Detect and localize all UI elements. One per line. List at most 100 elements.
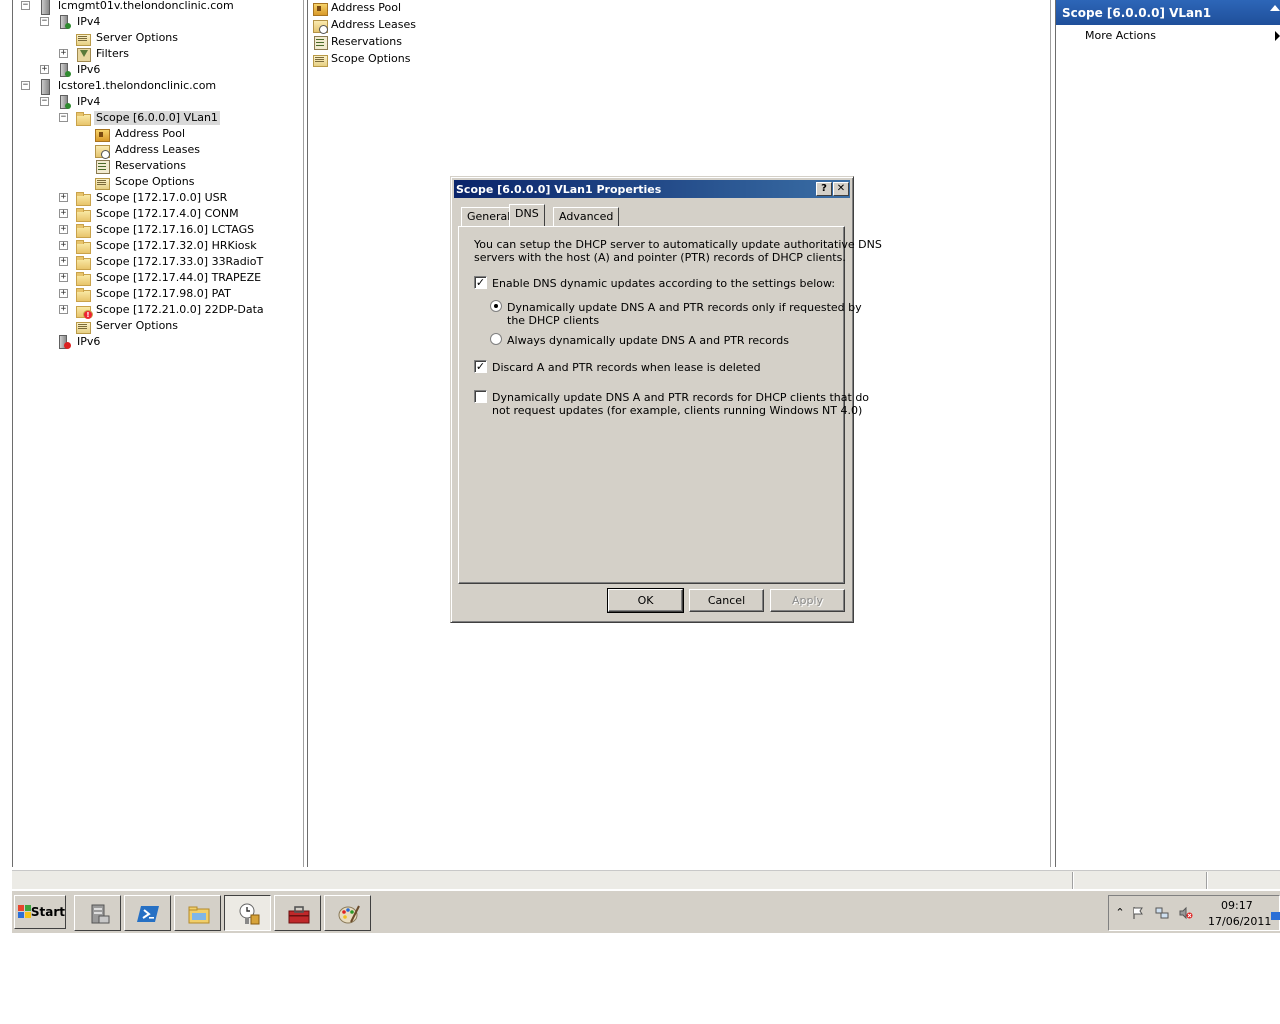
tree-node-label: IPv6	[77, 63, 101, 76]
discard-records-checkbox[interactable]: ✓	[474, 360, 487, 373]
collapse-icon[interactable]: −	[21, 81, 30, 90]
actions-header-title: Scope [6.0.0.0] VLan1	[1062, 5, 1212, 20]
dhcp-icon	[239, 903, 260, 925]
tree-node-label: Scope [6.0.0.0] VLan1	[94, 111, 220, 125]
tree-node-scope-lctags[interactable]: + Scope [172.17.16.0] LCTAGS	[59, 222, 256, 238]
dns-intro-line-1: You can setup the DHCP server to automat…	[474, 238, 882, 251]
tree-node-ipv4[interactable]: − IPv4	[40, 14, 102, 30]
cancel-button[interactable]: Cancel	[689, 589, 764, 612]
start-button[interactable]: Start	[14, 895, 66, 929]
taskbar-server-manager[interactable]	[74, 895, 121, 931]
action-center-flag-icon[interactable]	[1131, 906, 1145, 920]
clock-date[interactable]: 17/06/2011	[1208, 915, 1271, 928]
list-item-scope-options[interactable]: Scope Options	[312, 50, 410, 67]
taskbar-explorer[interactable]	[174, 895, 221, 931]
folder-icon	[75, 222, 91, 238]
list-item-reservations[interactable]: Reservations	[312, 33, 402, 50]
collapse-icon[interactable]: −	[40, 97, 49, 106]
tab-advanced[interactable]: Advanced	[553, 207, 620, 226]
tree-node-label: IPv4	[77, 15, 101, 28]
tree-node-scope-options[interactable]: Scope Options	[94, 174, 196, 190]
list-item-label: Address Leases	[331, 18, 416, 31]
expand-icon[interactable]: +	[59, 193, 68, 202]
tree-node-ipv6[interactable]: + IPv6	[40, 62, 102, 78]
tree-node-scope-vlan1[interactable]: − Scope [6.0.0.0] VLan1	[59, 110, 220, 126]
taskbar-toolbox[interactable]	[274, 895, 321, 931]
list-item-label: Scope Options	[331, 52, 411, 65]
tree-node-scope-33radiot[interactable]: + Scope [172.17.33.0] 33RadioT	[59, 254, 265, 270]
taskbar: Start ⌃ 09:17 17/06/2011	[12, 890, 1280, 933]
tree-node-scope-22dp-data[interactable]: + Scope [172.21.0.0] 22DP-Data	[59, 302, 266, 319]
actions-header[interactable]: Scope [6.0.0.0] VLan1	[1056, 0, 1280, 25]
status-bar	[12, 870, 1280, 889]
list-item-address-pool[interactable]: Address Pool	[312, 0, 401, 16]
collapse-icon[interactable]: −	[21, 1, 30, 10]
update-non-requesting-clients-checkbox[interactable]	[474, 390, 487, 403]
tree-node-label: Filters	[96, 47, 129, 60]
folder-warning-icon	[75, 302, 93, 319]
tree-node-server-options[interactable]: Server Options	[75, 318, 180, 334]
more-actions-link[interactable]: More Actions	[1085, 29, 1156, 42]
taskbar-powershell[interactable]	[124, 895, 171, 931]
ipv4-icon	[56, 14, 72, 30]
tree-node-label: lcmgmt01v.thelondonclinic.com	[58, 0, 234, 12]
network-icon[interactable]	[1155, 906, 1169, 920]
expand-icon[interactable]: +	[59, 225, 68, 234]
show-hidden-icons-chevron-icon[interactable]: ⌃	[1113, 906, 1127, 920]
tree-node-ipv6[interactable]: IPv6	[56, 334, 102, 350]
expand-icon[interactable]: +	[59, 209, 68, 218]
collapse-icon[interactable]: −	[40, 17, 49, 26]
tree-node-reservations[interactable]: Reservations	[94, 158, 188, 174]
filter-icon	[75, 46, 91, 62]
taskbar-dhcp[interactable]	[224, 895, 271, 931]
update-if-requested-label-line-1: Dynamically update DNS A and PTR records…	[507, 301, 862, 314]
show-desktop-icon[interactable]	[1271, 912, 1280, 920]
collapse-up-icon[interactable]	[1270, 5, 1280, 11]
tree-node-label: Scope [172.17.33.0] 33RadioT	[96, 255, 264, 268]
taskbar-paint[interactable]	[324, 895, 371, 931]
tree-node-scope-pat[interactable]: + Scope [172.17.98.0] PAT	[59, 286, 233, 302]
volume-muted-icon[interactable]	[1179, 906, 1193, 920]
dialog-title-bar[interactable]: Scope [6.0.0.0] VLan1 Properties ? ✕	[454, 180, 850, 198]
tree-node-scope-usr[interactable]: + Scope [172.17.0.0] USR	[59, 190, 229, 206]
tree-node-ipv4[interactable]: − IPv4	[40, 94, 102, 110]
explorer-icon	[188, 906, 210, 924]
tree-node-server-options[interactable]: Server Options	[75, 30, 180, 46]
dns-intro-line-2: servers with the host (A) and pointer (P…	[474, 251, 846, 264]
collapse-icon[interactable]: −	[59, 113, 68, 122]
enable-dns-updates-checkbox[interactable]: ✓	[474, 276, 487, 289]
expand-icon[interactable]: +	[59, 257, 68, 266]
tree-node-filters[interactable]: + Filters	[59, 46, 131, 62]
folder-icon	[75, 238, 91, 254]
apply-button[interactable]: Apply	[770, 589, 845, 612]
list-item-address-leases[interactable]: Address Leases	[312, 16, 416, 34]
ipv6-error-icon	[56, 334, 72, 350]
tree-node-lcmgmt01v[interactable]: − lcmgmt01v.thelondonclinic.com	[21, 0, 236, 15]
console-tree[interactable]: − lcmgmt01v.thelondonclinic.com − IPv4 S…	[12, 0, 304, 867]
update-if-requested-radio[interactable]	[490, 300, 502, 312]
expand-icon[interactable]: +	[59, 241, 68, 250]
tree-node-address-leases[interactable]: Address Leases	[94, 142, 202, 159]
tree-node-scope-hrkiosk[interactable]: + Scope [172.17.32.0] HRKiosk	[59, 238, 259, 254]
tab-dns[interactable]: DNS	[509, 204, 545, 226]
tree-node-scope-trapeze[interactable]: + Scope [172.17.44.0] TRAPEZE	[59, 270, 263, 286]
close-button[interactable]: ✕	[833, 182, 849, 196]
help-button[interactable]: ?	[816, 182, 832, 196]
ok-button[interactable]: OK	[607, 588, 684, 613]
address-leases-icon	[94, 142, 110, 159]
expand-icon[interactable]: +	[40, 65, 49, 74]
clock-time[interactable]: 09:17	[1221, 899, 1253, 912]
tree-node-label: Address Leases	[115, 143, 200, 156]
tree-node-scope-conm[interactable]: + Scope [172.17.4.0] CONM	[59, 206, 241, 222]
expand-icon[interactable]: +	[59, 289, 68, 298]
enable-dns-updates-label: Enable DNS dynamic updates according to …	[492, 277, 836, 290]
expand-icon[interactable]: +	[59, 305, 68, 314]
expand-icon[interactable]: +	[59, 49, 68, 58]
always-update-radio[interactable]	[490, 333, 502, 345]
list-item-label: Reservations	[331, 35, 402, 48]
tree-node-address-pool[interactable]: Address Pool	[94, 126, 187, 142]
tree-node-lcstore1[interactable]: − lcstore1.thelondonclinic.com	[21, 78, 218, 95]
expand-icon[interactable]: +	[59, 273, 68, 282]
folder-icon	[75, 206, 91, 222]
update-non-requesting-label-line-2: not request updates (for example, client…	[492, 404, 863, 417]
